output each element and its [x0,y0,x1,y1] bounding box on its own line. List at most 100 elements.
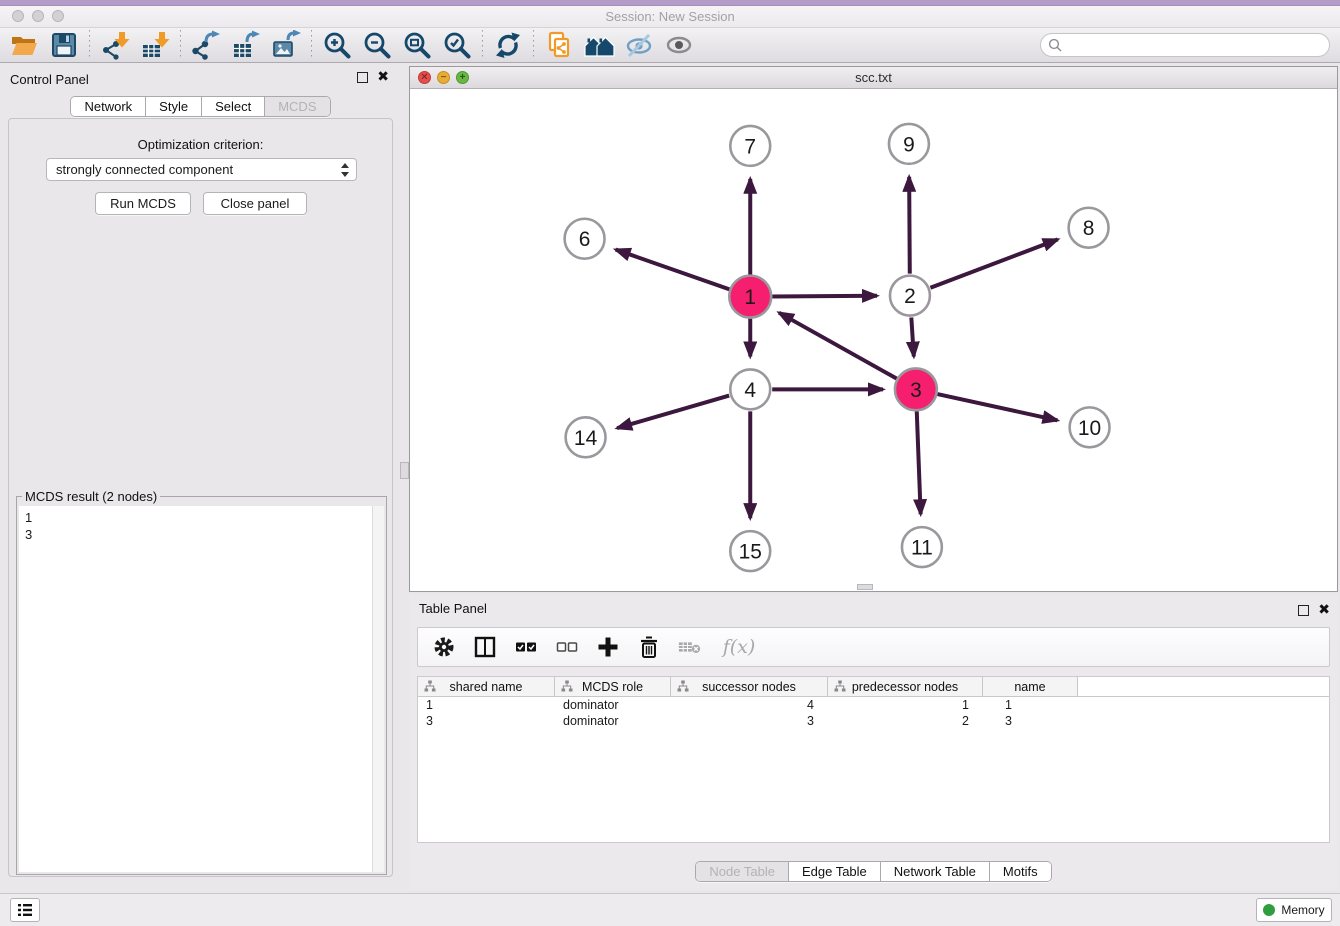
edge-4-to-14[interactable] [617,396,729,429]
table-row-1[interactable]: 1dominator411 [418,697,1329,713]
hide-annotations-button[interactable] [619,29,659,61]
column-header-name[interactable]: name [983,677,1078,696]
tab-motifs[interactable]: Motifs [989,862,1051,881]
network-view-window: ✕ − + scc.txt 1234678910111415 [409,66,1338,592]
memory-button[interactable]: Memory [1256,898,1332,922]
column-header-predecessor-nodes[interactable]: predecessor nodes [828,677,983,696]
tab-network[interactable]: Network [71,97,145,116]
eye-slash-icon [624,30,654,60]
save-icon [49,30,79,60]
close-panel-icon[interactable]: ✖ [377,68,389,84]
tab-edge-table[interactable]: Edge Table [788,862,880,881]
column-layout-button[interactable] [473,635,497,659]
toolbar-separator [482,30,483,60]
float-table-panel-icon[interactable] [1298,605,1309,616]
toolbar-separator [533,30,534,60]
cell-shared-name: 3 [418,714,555,728]
table-header-row: shared name MCDS role successor nodes prede… [418,677,1329,697]
import-network-icon [100,30,130,60]
vertical-splitter-handle[interactable] [400,462,409,479]
zoom-in-button[interactable] [317,29,357,61]
tab-node-table[interactable]: Node Table [696,862,788,881]
toolbar-separator [311,30,312,60]
column-label: MCDS role [582,680,643,694]
search-input[interactable] [1040,33,1330,57]
tab-network-table[interactable]: Network Table [880,862,989,881]
network-window-titlebar[interactable]: ✕ − + scc.txt [410,67,1337,89]
run-mcds-button[interactable]: Run MCDS [95,192,191,215]
control-panel-title: Control Panel [10,72,89,87]
add-row-button[interactable] [596,635,620,659]
float-panel-icon[interactable] [357,72,368,83]
node-label-6: 6 [579,228,591,251]
edge-2-to-9[interactable] [909,177,910,274]
edge-1-to-2[interactable] [772,296,877,297]
mcds-result-area[interactable]: 1 3 [19,506,384,872]
column-header-filler [1078,677,1329,696]
memory-status-dot [1263,904,1275,916]
select-all-button[interactable] [514,635,538,659]
close-panel-button[interactable]: Close panel [203,192,307,215]
save-session-button[interactable] [44,29,84,61]
table-settings-button[interactable] [432,635,456,659]
column-header-shared-name[interactable]: shared name [418,677,555,696]
node-label-7: 7 [744,135,756,158]
edge-3-to-11[interactable] [917,411,921,514]
zoom-selected-button[interactable] [437,29,477,61]
column-header-successor-nodes[interactable]: successor nodes [671,677,828,696]
zoom-out-button[interactable] [357,29,397,61]
table-panel-tabs: Node TableEdge TableNetwork TableMotifs [695,861,1051,882]
search-field-wrap [1040,33,1330,57]
delete-row-button[interactable] [637,635,661,659]
criterion-value: strongly connected component [56,162,233,177]
delete-column-button [678,635,702,659]
tab-style[interactable]: Style [145,97,201,116]
import-table-button[interactable] [135,29,175,61]
mcds-result-text: 1 3 [19,506,372,872]
plus-icon [596,635,620,659]
deselect-all-button[interactable] [555,635,579,659]
edge-3-to-10[interactable] [937,394,1057,420]
edge-2-to-8[interactable] [930,239,1057,287]
zoom-fit-button[interactable] [397,29,437,61]
eye-icon [664,30,694,60]
export-network-button[interactable] [186,29,226,61]
trash-icon [638,635,660,659]
home-overview-button[interactable] [579,29,619,61]
network-canvas[interactable]: 1234678910111415 [410,89,1337,591]
result-scrollbar[interactable] [372,506,384,872]
edge-3-to-1[interactable] [779,313,897,379]
close-table-panel-icon[interactable]: ✖ [1318,601,1330,617]
export-image-button[interactable] [266,29,306,61]
column-tree-icon [561,680,573,692]
list-icon [17,903,33,917]
cell-MCDS-role: dominator [555,714,671,728]
clone-network-button[interactable] [539,29,579,61]
tab-mcds[interactable]: MCDS [264,97,329,116]
node-label-9: 9 [903,133,915,156]
mcds-panel: Optimization criterion: strongly connect… [8,118,393,877]
export-table-button[interactable] [226,29,266,61]
cell-predecessor-nodes: 1 [828,698,983,712]
canvas-splitter-handle[interactable] [857,584,873,590]
edge-2-to-3[interactable] [911,318,913,357]
column-label: successor nodes [702,680,796,694]
edge-1-to-6[interactable] [616,250,730,290]
show-panels-button[interactable] [10,898,40,922]
show-annotations-button[interactable] [659,29,699,61]
node-label-2: 2 [904,285,916,308]
application-window: Session: New Session [0,0,1340,926]
tab-select[interactable]: Select [201,97,264,116]
window-title: Session: New Session [0,9,1340,24]
open-file-button[interactable] [4,29,44,61]
fx-icon: f(x) [723,636,756,658]
cell-MCDS-role: dominator [555,698,671,712]
cell-name: 1 [983,698,1078,712]
table-row-2[interactable]: 3dominator323 [418,713,1329,729]
network-graph: 1234678910111415 [410,89,1337,591]
export-table-icon [231,30,261,60]
import-network-button[interactable] [95,29,135,61]
refresh-button[interactable] [488,29,528,61]
criterion-dropdown[interactable]: strongly connected component [46,158,357,181]
column-header-MCDS-role[interactable]: MCDS role [555,677,671,696]
